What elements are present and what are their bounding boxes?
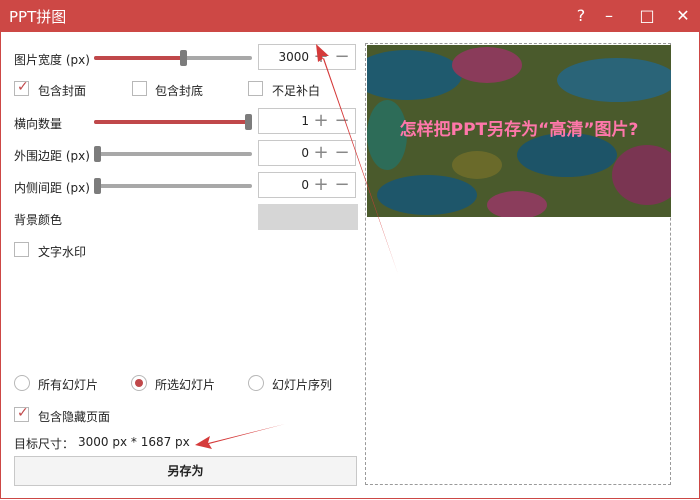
annotation-arrows	[195, 44, 398, 449]
annotation-arrow-up	[316, 44, 398, 274]
annotation-arrow-left	[195, 424, 285, 449]
